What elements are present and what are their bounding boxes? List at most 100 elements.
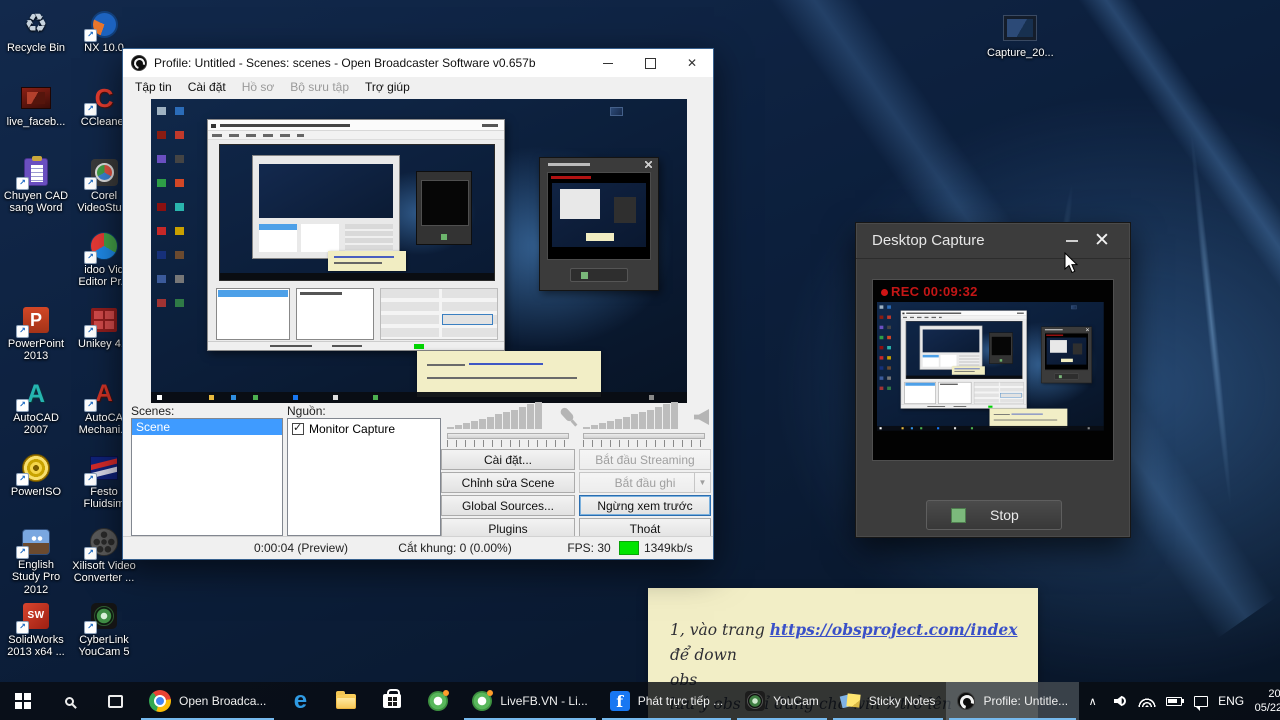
mini-capture-file-icon [610, 107, 623, 116]
taskbar-app-obs[interactable]: Profile: Untitle... [946, 682, 1079, 720]
speaker-level-bars [583, 402, 678, 429]
mini-desktop-icons [155, 105, 191, 345]
close-icon[interactable] [1086, 229, 1118, 252]
mini-statusbar [901, 404, 1026, 408]
bitrate-value: 1349kb/s [644, 541, 712, 555]
mini-obs-menubar [901, 316, 1026, 320]
tray-chevron-up-icon[interactable] [1079, 682, 1106, 720]
desktop-icon-poweriso[interactable]: PowerISO [2, 448, 70, 522]
search-button[interactable] [46, 682, 92, 720]
source-checkbox[interactable] [292, 423, 304, 435]
tray-language[interactable]: ENG [1214, 682, 1248, 720]
start-recording-button[interactable]: Bắt đầu ghi [579, 472, 711, 493]
dropdown-arrow-icon[interactable] [694, 473, 710, 492]
mini-statusbar [208, 341, 504, 350]
nx-icon [86, 8, 122, 40]
obs-download-link[interactable]: https://obsproject.com/index [770, 620, 1018, 639]
start-streaming-button[interactable]: Bắt đầu Streaming [579, 449, 711, 470]
scene-item[interactable]: Scene [132, 419, 282, 435]
mic-volume-slider[interactable] [445, 431, 575, 447]
mini-buttons-panel [974, 382, 1024, 404]
coccoc-icon [428, 691, 448, 711]
menu-scene-collection[interactable]: Bộ sưu tập [282, 78, 357, 97]
desktop-icon-recycle-bin[interactable]: Recycle Bin [2, 4, 70, 78]
desktop-icon-label: Xilisoft Video Converter ... [71, 560, 137, 585]
speaker-slider-ticks [583, 440, 705, 447]
taskbar-app-label: Phát trực tiếp ... [638, 694, 723, 708]
mini-capture-window [1041, 327, 1092, 384]
taskbar-app-edge[interactable] [277, 682, 323, 720]
speaker-volume-slider[interactable] [581, 431, 711, 447]
stop-recording-button[interactable]: Stop [926, 500, 1062, 530]
desktop-icon-label: Chuyen CAD sang Word [3, 190, 69, 215]
stop-button-label: Stop [990, 507, 1019, 523]
taskbar-app-chrome-obs-page[interactable]: Open Broadca... [138, 682, 277, 720]
clock-time: 20:17 [1248, 687, 1280, 701]
mini-nested-sticky-note [328, 251, 406, 271]
taskbar-app-youcam[interactable]: YouCam [734, 682, 830, 720]
desktop-icon-english-study[interactable]: English Study Pro 2012 [2, 522, 70, 596]
tray-volume[interactable] [1106, 682, 1133, 720]
taskbar-app-label: LiveFB.VN - Li... [500, 694, 587, 708]
taskbar-app-livefb[interactable]: LiveFB.VN - Li... [461, 682, 598, 720]
mini-nested-obs-window [920, 326, 983, 370]
clipboard-icon [18, 156, 54, 188]
taskbar-app-sticky-notes[interactable]: Sticky Notes [830, 682, 947, 720]
maximize-button[interactable] [629, 49, 671, 77]
desktop-icon-chuyen-cad[interactable]: Chuyen CAD sang Word [2, 152, 70, 226]
desktop-icon-live-faceb[interactable]: live_faceb... [2, 78, 70, 152]
scenes-list[interactable]: Scene [131, 418, 283, 536]
desktop-icon-label: Capture_20... [987, 47, 1053, 59]
mini-obs-window [901, 310, 1027, 408]
mini-obs-window [207, 119, 505, 351]
menu-profile[interactable]: Hồ sơ [234, 78, 283, 97]
minimize-button[interactable] [587, 49, 629, 77]
rec-indicator: REC 00:09:32 [881, 284, 978, 299]
desktop-icon-autocad[interactable]: AutoCAD 2007 [2, 374, 70, 448]
speaker-icon [694, 409, 709, 425]
recycle-bin-icon [18, 8, 54, 40]
taskbar-app-store[interactable] [369, 682, 415, 720]
mic-slider-track[interactable] [447, 433, 569, 439]
stop-preview-button[interactable]: Ngừng xem trước [579, 495, 711, 516]
taskbar-app-facebook-live[interactable]: Phát trực tiếp ... [599, 682, 734, 720]
capture-titlebar[interactable]: Desktop Capture [856, 223, 1130, 259]
desktop-icon-capture-file[interactable]: Capture_20... [975, 8, 1065, 59]
sources-list[interactable]: Monitor Capture [287, 418, 441, 536]
tray-clock[interactable]: 20:17 05/22/2016 [1248, 687, 1280, 716]
idoo-video-editor-icon [86, 230, 122, 262]
global-sources-button[interactable]: Global Sources... [441, 495, 575, 516]
menu-file[interactable]: Tập tin [127, 78, 180, 97]
search-icon [65, 697, 74, 706]
tray-battery[interactable] [1160, 682, 1187, 720]
mini-stop-button [1054, 373, 1079, 379]
autocad-icon [18, 378, 54, 410]
desktop-icon-powerpoint[interactable]: PowerPoint 2013 [2, 300, 70, 374]
minimize-button[interactable] [1058, 232, 1086, 249]
tray-network[interactable] [1133, 682, 1160, 720]
start-button[interactable] [0, 682, 46, 720]
scenes-label: Scenes: [131, 404, 174, 418]
corel-videostudio-icon [86, 156, 122, 188]
capture-window-title: Desktop Capture [872, 232, 985, 249]
stop-icon [951, 508, 966, 523]
obs-titlebar[interactable]: Profile: Untitled - Scenes: scenes - Ope… [123, 49, 713, 77]
desktop-icon-cyberlink-youcam[interactable]: CyberLink YouCam 5 [70, 596, 138, 670]
obs-menubar: Tập tin Cài đặt Hồ sơ Bộ sưu tập Trợ giú… [123, 77, 713, 98]
mini-nested-capture-window [989, 332, 1013, 363]
coccoc-icon [472, 691, 492, 711]
settings-button[interactable]: Cài đặt... [441, 449, 575, 470]
notification-icon [1194, 696, 1208, 707]
source-item-monitor-capture[interactable]: Monitor Capture [288, 419, 440, 439]
desktop-icon-solidworks[interactable]: SolidWorks 2013 x64 ... [2, 596, 70, 670]
taskbar-app-coccoc[interactable] [415, 682, 461, 720]
menu-settings[interactable]: Cài đặt [180, 78, 234, 97]
taskbar-app-file-explorer[interactable] [323, 682, 369, 720]
edit-scene-button[interactable]: Chỉnh sửa Scene [441, 472, 575, 493]
task-view-button[interactable] [92, 682, 138, 720]
desktop-icon-label: CCleaner [81, 116, 127, 128]
speaker-slider-track[interactable] [583, 433, 705, 439]
menu-help[interactable]: Trợ giúp [357, 78, 418, 97]
tray-action-center[interactable] [1187, 682, 1214, 720]
close-button[interactable] [671, 49, 713, 77]
